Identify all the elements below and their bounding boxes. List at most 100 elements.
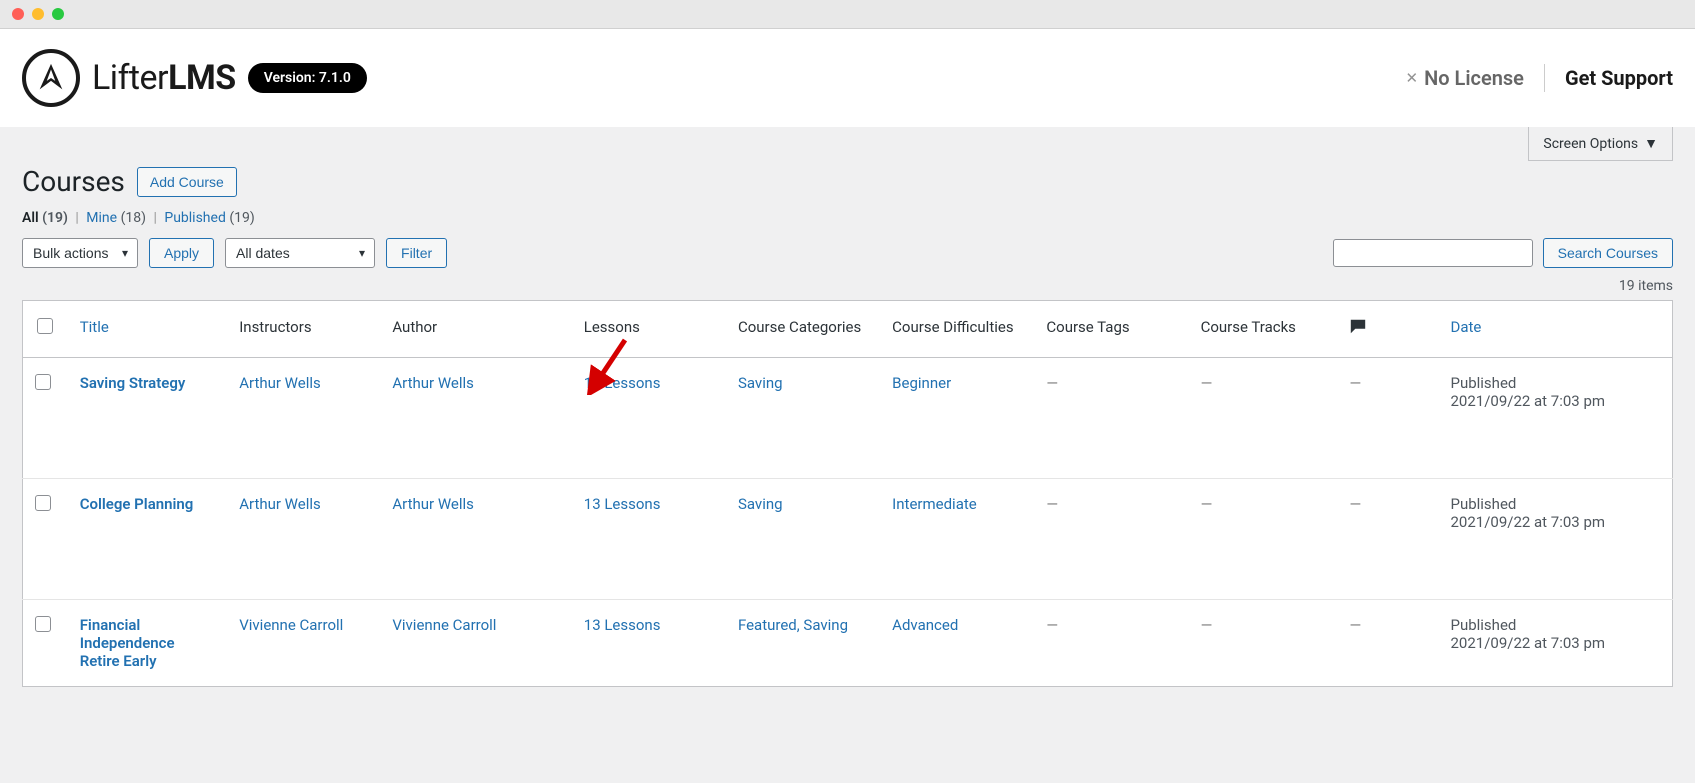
topbar: LifterLMS Version: 7.1.0 ✕ No License Ge…	[0, 29, 1695, 127]
courses-table: Title Instructors Author Lessons Course …	[22, 300, 1673, 687]
page-title-row: Courses Add Course	[22, 137, 1673, 198]
minimize-window-dot[interactable]	[32, 8, 44, 20]
apply-button[interactable]: Apply	[149, 238, 214, 268]
empty-value: —	[1201, 616, 1213, 634]
instructor-link[interactable]: Vivienne Carroll	[239, 616, 343, 634]
difficulty-link[interactable]: Beginner	[892, 374, 951, 392]
row-tags-cell: —	[1034, 600, 1188, 687]
row-checkbox-cell	[23, 600, 68, 687]
select-all-checkbox[interactable]	[37, 318, 53, 334]
row-author-cell: Arthur Wells	[380, 479, 571, 600]
version-badge: Version: 7.1.0	[248, 63, 367, 93]
empty-value: —	[1201, 374, 1213, 392]
categories-link[interactable]: Featured, Saving	[738, 616, 848, 634]
difficulty-link[interactable]: Intermediate	[892, 495, 977, 513]
search-input[interactable]	[1333, 239, 1533, 267]
column-instructors-header: Instructors	[227, 301, 380, 358]
row-checkbox-cell	[23, 479, 68, 600]
column-difficulties-header: Course Difficulties	[880, 301, 1034, 358]
author-link[interactable]: Arthur Wells	[392, 495, 474, 513]
categories-link[interactable]: Saving	[738, 495, 783, 513]
column-date-header[interactable]: Date	[1438, 301, 1672, 358]
column-title-header[interactable]: Title	[68, 301, 228, 358]
date-filter-select[interactable]: All dates	[225, 238, 375, 268]
course-title-link[interactable]: Saving Strategy	[80, 374, 186, 392]
empty-value: —	[1201, 495, 1213, 513]
row-tracks-cell: —	[1189, 479, 1338, 600]
date-time: 2021/09/22 at 7:03 pm	[1450, 513, 1660, 531]
row-checkbox[interactable]	[35, 616, 51, 632]
table-row: Saving Strategy Arthur Wells Arthur Well…	[23, 358, 1673, 479]
separator: |	[71, 210, 82, 226]
filter-button[interactable]: Filter	[386, 238, 447, 268]
bulk-actions-area: Bulk actions Apply All dates Filter	[22, 238, 447, 268]
tablenav-top: Bulk actions Apply All dates Filter Sear…	[22, 238, 1673, 268]
categories-link[interactable]: Saving	[738, 374, 783, 392]
empty-value: —	[1349, 374, 1361, 392]
filter-label: Published	[164, 210, 225, 226]
filter-mine-link[interactable]: Mine (18)	[86, 210, 149, 226]
table-row: Financial Independence Retire Early Vivi…	[23, 600, 1673, 687]
row-title-cell: Saving Strategy	[68, 358, 228, 479]
instructor-link[interactable]: Arthur Wells	[239, 374, 321, 392]
course-title-link[interactable]: Financial Independence Retire Early	[80, 616, 175, 670]
lessons-link[interactable]: 13 Lessons	[584, 495, 661, 513]
course-title-link[interactable]: College Planning	[80, 495, 194, 513]
author-link[interactable]: Arthur Wells	[392, 374, 474, 392]
date-status: Published	[1450, 616, 1660, 634]
instructor-link[interactable]: Arthur Wells	[239, 495, 321, 513]
lessons-link[interactable]: 13 Lessons	[584, 616, 661, 634]
row-categories-cell: Saving	[726, 479, 880, 600]
row-author-cell: Vivienne Carroll	[380, 600, 571, 687]
admin-content: Screen Options ▼ Courses Add Course All …	[0, 127, 1695, 707]
row-categories-cell: Featured, Saving	[726, 600, 880, 687]
maximize-window-dot[interactable]	[52, 8, 64, 20]
empty-value: —	[1349, 495, 1361, 513]
column-comments-header[interactable]	[1337, 301, 1438, 358]
filter-count: (19)	[42, 210, 68, 226]
row-date-cell: Published 2021/09/22 at 7:03 pm	[1438, 479, 1672, 600]
search-courses-button[interactable]: Search Courses	[1543, 238, 1673, 268]
row-checkbox[interactable]	[35, 374, 51, 390]
row-tracks-cell: —	[1189, 600, 1338, 687]
screen-options-label: Screen Options	[1543, 136, 1638, 152]
lifterlms-logo-icon	[22, 49, 80, 107]
row-author-cell: Arthur Wells	[380, 358, 571, 479]
author-link[interactable]: Vivienne Carroll	[392, 616, 496, 634]
logo-text: LifterLMS	[92, 58, 236, 98]
filter-label: All	[22, 210, 39, 226]
filter-label: Mine	[86, 210, 117, 226]
row-comments-cell: —	[1337, 479, 1438, 600]
logo-area: LifterLMS Version: 7.1.0	[22, 49, 367, 107]
close-window-dot[interactable]	[12, 8, 24, 20]
row-tracks-cell: —	[1189, 358, 1338, 479]
date-status: Published	[1450, 374, 1660, 392]
row-checkbox[interactable]	[35, 495, 51, 511]
divider	[1544, 64, 1545, 92]
add-course-button[interactable]: Add Course	[137, 167, 237, 197]
lessons-link[interactable]: 13 Lessons	[584, 374, 661, 392]
row-lessons-cell: 13 Lessons	[572, 479, 726, 600]
row-difficulties-cell: Intermediate	[880, 479, 1034, 600]
get-support-link[interactable]: Get Support	[1565, 66, 1673, 90]
bulk-actions-select[interactable]: Bulk actions	[22, 238, 138, 268]
difficulty-link[interactable]: Advanced	[892, 616, 958, 634]
screen-options-toggle[interactable]: Screen Options ▼	[1528, 127, 1673, 161]
status-filter-links: All (19) | Mine (18) | Published (19)	[22, 210, 1673, 226]
window-chrome	[0, 0, 1695, 29]
items-count: 19 items	[22, 278, 1673, 294]
column-tracks-header: Course Tracks	[1189, 301, 1338, 358]
row-date-cell: Published 2021/09/22 at 7:03 pm	[1438, 358, 1672, 479]
date-time: 2021/09/22 at 7:03 pm	[1450, 392, 1660, 410]
row-tags-cell: —	[1034, 479, 1188, 600]
filter-all-link[interactable]: All (19)	[22, 210, 71, 226]
row-checkbox-cell	[23, 358, 68, 479]
column-author-header: Author	[380, 301, 571, 358]
filter-published-link[interactable]: Published (19)	[164, 210, 254, 226]
row-date-cell: Published 2021/09/22 at 7:03 pm	[1438, 600, 1672, 687]
filter-count: (18)	[121, 210, 146, 226]
row-difficulties-cell: Beginner	[880, 358, 1034, 479]
page-title: Courses	[22, 165, 125, 198]
comments-icon	[1349, 318, 1367, 336]
no-license-link[interactable]: ✕ No License	[1406, 66, 1524, 90]
